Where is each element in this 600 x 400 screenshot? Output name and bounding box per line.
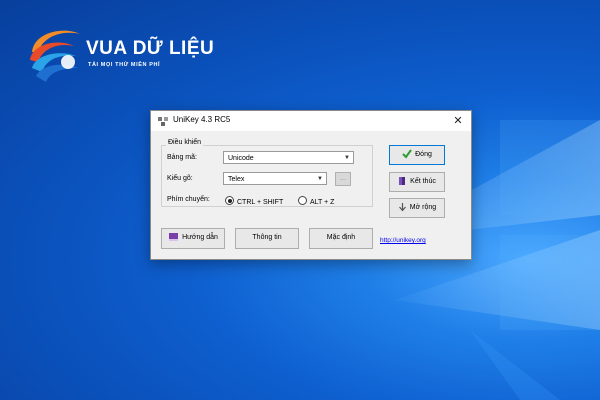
exit-door-icon <box>399 177 406 186</box>
chevron-down-icon: ▼ <box>344 155 350 161</box>
chevron-down-icon: ▼ <box>317 176 323 182</box>
typing-method-select[interactable]: Telex ▼ <box>223 172 327 185</box>
typing-options-button[interactable]: ... <box>335 172 351 186</box>
expand-button[interactable]: Mở rộng <box>389 198 445 218</box>
info-label: Thông tin <box>252 234 282 241</box>
window-title: UniKey 4.3 RC5 <box>173 115 231 124</box>
radio-alt-z[interactable]: ALT + Z <box>298 196 334 206</box>
close-dialog-label: Đóng <box>415 151 432 158</box>
radio-alt-z-label: ALT + Z <box>310 199 335 206</box>
encoding-select[interactable]: Unicode ▼ <box>223 151 354 164</box>
control-group-label: Điều khiển <box>166 139 204 146</box>
radio-ctrl-shift[interactable]: CTRL + SHIFT <box>225 196 283 206</box>
title-bar[interactable]: UniKey 4.3 RC5 ✕ <box>151 111 471 131</box>
checkmark-icon <box>402 149 412 159</box>
book-icon <box>169 233 179 242</box>
typing-method-value: Telex <box>228 176 245 183</box>
encoding-value: Unicode <box>228 155 254 162</box>
unikey-app-icon <box>158 117 168 126</box>
arrow-down-icon <box>398 203 406 212</box>
unikey-website-link[interactable]: http://unikey.org <box>380 237 426 244</box>
typing-method-label: Kiểu gõ: <box>167 175 193 182</box>
unikey-window: UniKey 4.3 RC5 ✕ Điều khiển Bảng mã: Uni… <box>150 110 472 260</box>
exit-button[interactable]: Kết thúc <box>389 172 445 192</box>
exit-label: Kết thúc <box>410 178 436 185</box>
window-close-button[interactable]: ✕ <box>445 111 471 131</box>
logo-title: VUA DỮ LIỆU <box>86 38 215 59</box>
logo-subtitle: TẢI MỌI THỨ MIỄN PHÍ <box>88 62 161 68</box>
help-button[interactable]: Hướng dẫn <box>161 228 225 249</box>
default-label: Mặc định <box>326 234 356 241</box>
default-button[interactable]: Mặc định <box>309 228 373 249</box>
radio-ctrl-shift-label: CTRL + SHIFT <box>237 199 284 206</box>
help-label: Hướng dẫn <box>182 234 218 241</box>
switch-key-label: Phím chuyển: <box>167 196 210 203</box>
radio-unselected-icon <box>298 196 307 205</box>
swirl-logo-icon <box>30 30 80 82</box>
info-button[interactable]: Thông tin <box>235 228 299 249</box>
close-dialog-button[interactable]: Đóng <box>389 145 445 165</box>
radio-selected-icon <box>225 196 234 205</box>
brand-logo: VUA DỮ LIỆU TẢI MỌI THỨ MIỄN PHÍ <box>24 22 214 90</box>
expand-label: Mở rộng <box>409 204 437 211</box>
encoding-label: Bảng mã: <box>167 154 197 161</box>
